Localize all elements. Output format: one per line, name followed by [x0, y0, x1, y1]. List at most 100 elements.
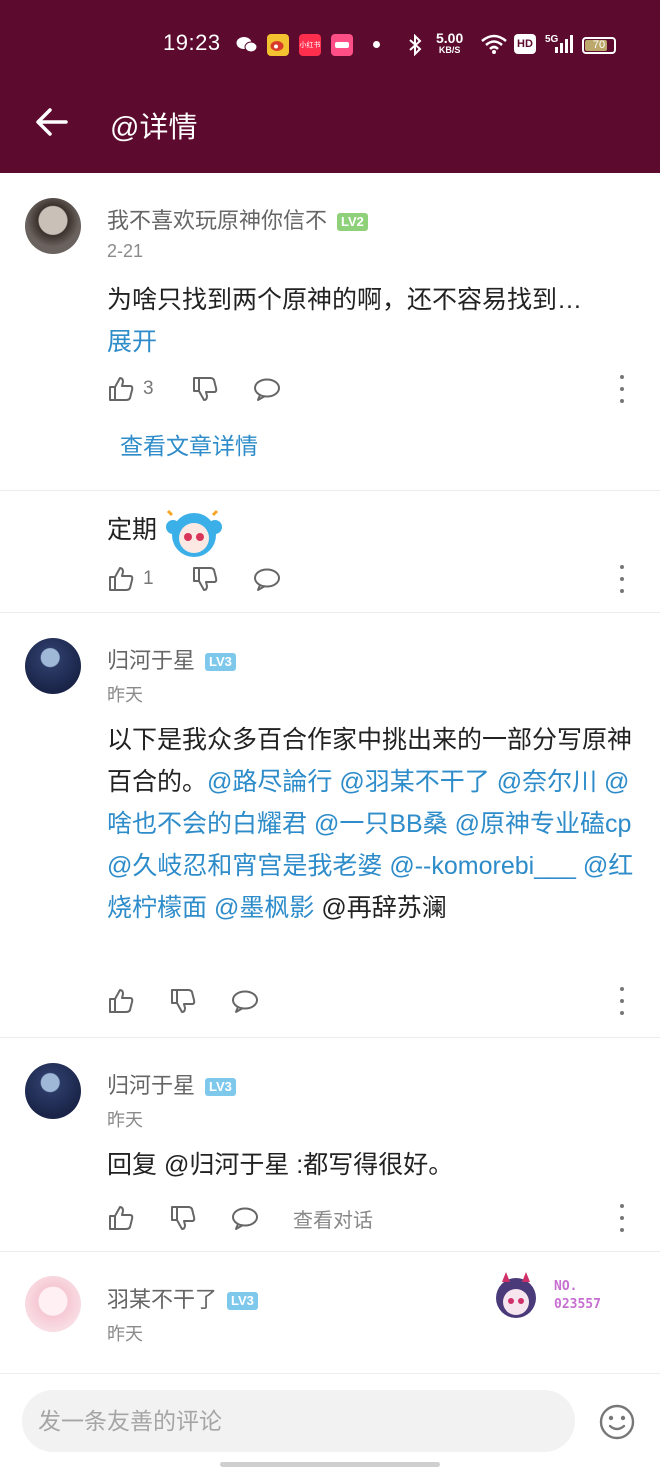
comment-date: 2-21 [107, 241, 144, 261]
comment-date: 昨天 [107, 685, 143, 705]
reply-button[interactable] [253, 371, 281, 407]
comment-text: 以下是我众多百合作家中挑出来的一部分写原神百合的。@路尽論行 @羽某不干了 @奈… [107, 719, 637, 929]
comment-item: 羽某不干了 LV3 昨天 NO. 023557 [0, 1252, 660, 1373]
back-button[interactable] [30, 100, 74, 144]
mention-link[interactable]: @羽某不干了 [339, 768, 489, 796]
weibo-icon [267, 34, 289, 56]
like-button[interactable] [107, 983, 135, 1019]
mention-link[interactable]: @原神专业磕cp [455, 810, 632, 838]
sticker-image [163, 505, 225, 557]
hd-icon: HD [514, 34, 536, 54]
comment-date: 昨天 [107, 1110, 143, 1130]
username[interactable]: 归河于星 [107, 1073, 195, 1098]
badge-character-icon [496, 1272, 536, 1318]
thumbs-down-icon [171, 1206, 196, 1230]
smiley-icon [599, 1404, 635, 1440]
level-badge: LV3 [205, 653, 236, 672]
dislike-button[interactable] [191, 561, 219, 597]
page-title: @详情 [110, 112, 198, 144]
avatar[interactable] [25, 1063, 81, 1119]
status-time: 19:23 [163, 30, 221, 55]
level-badge: LV3 [205, 1078, 236, 1097]
comment-text: 为啥只找到两个原神的啊，还不容易找到… [107, 286, 583, 314]
reply-button[interactable] [231, 1200, 259, 1236]
top-bar: 19:23 小红书 5.00 KB/S HD 5G 70 @详情 [0, 0, 660, 173]
comment-bubble-icon [254, 568, 280, 591]
more-options-icon[interactable] [612, 1204, 632, 1232]
comment-item: 归河于星 LV3 昨天 以下是我众多百合作家中挑出来的一部分写原神百合的。@路尽論… [0, 613, 660, 1038]
view-article-link[interactable]: 查看文章详情 [120, 427, 258, 461]
comment-actions [107, 983, 637, 1019]
mention-link[interactable]: @一只BB桑 [314, 810, 448, 838]
comment-input[interactable] [22, 1390, 575, 1452]
comment-text-tail: @再辞苏澜 [321, 894, 447, 922]
avatar[interactable] [25, 638, 81, 694]
fan-badge: NO. 023557 [484, 1268, 624, 1326]
comment-list[interactable]: 我不喜欢玩原神你信不 LV2 2-21 为啥只找到两个原神的啊，还不容易找到… 展… [0, 173, 660, 1373]
thumbs-down-icon [171, 989, 196, 1013]
mention-link[interactable]: @墨枫影 [214, 894, 314, 922]
avatar[interactable] [25, 198, 81, 254]
emoji-button[interactable] [598, 1403, 636, 1441]
like-count: 3 [143, 378, 154, 399]
network-speed-unit: KB/S [438, 45, 461, 55]
comment-item: 我不喜欢玩原神你信不 LV2 2-21 为啥只找到两个原神的啊，还不容易找到… 展… [0, 173, 660, 491]
badge-number: 023557 [554, 1297, 601, 1312]
thumbs-up-icon [109, 989, 134, 1013]
dot-icon [373, 41, 380, 48]
like-button[interactable]: 1 [107, 561, 154, 597]
xiaohongshu-icon: 小红书 [299, 34, 321, 56]
signal-icon [553, 34, 573, 59]
thumbs-up-icon [109, 377, 134, 401]
comment-bubble-icon [254, 378, 280, 401]
dislike-button[interactable] [169, 983, 197, 1019]
like-count: 1 [143, 568, 154, 589]
dislike-button[interactable] [169, 1200, 197, 1236]
wechat-icon [236, 34, 258, 56]
view-conversation-link[interactable]: 查看对话 [293, 1200, 373, 1236]
thumbs-up-icon [109, 1206, 134, 1230]
comment-text: 定期 [107, 516, 158, 544]
like-button[interactable] [107, 1200, 135, 1236]
comment-bubble-icon [232, 990, 258, 1013]
home-indicator [220, 1462, 440, 1467]
avatar[interactable] [25, 1276, 81, 1332]
reply-button[interactable] [231, 983, 259, 1019]
app-icon [331, 34, 353, 56]
comment-item: 归河于星 LV3 昨天 回复 @归河于星 :都写得很好。 查看对话 [0, 1038, 660, 1252]
thumbs-up-icon [109, 567, 134, 591]
more-options-icon[interactable] [612, 987, 632, 1015]
battery-percent: 70 [592, 39, 606, 51]
like-button[interactable]: 3 [107, 371, 154, 407]
level-badge: LV2 [337, 213, 368, 232]
expand-link[interactable]: 展开 [107, 321, 637, 363]
comment-bubble-icon [232, 1207, 258, 1230]
comment-date: 昨天 [107, 1324, 143, 1344]
battery-icon: 70 [582, 37, 616, 54]
thumbs-down-icon [193, 567, 218, 591]
comment-actions: 3 [107, 371, 637, 407]
comment-actions: 查看对话 [107, 1200, 637, 1236]
mention-link[interactable]: @久岐忍和宵宫是我老婆 [107, 852, 382, 880]
badge-no-label: NO. [554, 1279, 578, 1294]
thumbs-down-icon [193, 377, 218, 401]
comment-text: 回复 @归河于星 :都写得很好。 [107, 1151, 454, 1179]
comment-actions: 1 [107, 561, 637, 597]
mention-link[interactable]: @奈尔川 [497, 768, 597, 796]
username[interactable]: 归河于星 [107, 648, 195, 673]
arrow-left-icon [36, 108, 68, 136]
reply-button[interactable] [253, 561, 281, 597]
dislike-button[interactable] [191, 371, 219, 407]
comment-input-bar [0, 1373, 660, 1467]
status-bar: 19:23 小红书 5.00 KB/S HD 5G 70 [0, 30, 660, 60]
username[interactable]: 我不喜欢玩原神你信不 [107, 208, 327, 233]
username[interactable]: 羽某不干了 [107, 1287, 217, 1312]
wifi-icon [480, 33, 508, 60]
view-conversation-label: 查看对话 [293, 1209, 373, 1232]
mention-link[interactable]: @路尽論行 [207, 768, 332, 796]
more-options-icon[interactable] [612, 565, 632, 593]
comment-item: 定期 1 [0, 491, 660, 613]
mention-link[interactable]: @--komorebi___ [389, 852, 576, 880]
more-options-icon[interactable] [612, 375, 632, 403]
level-badge: LV3 [227, 1292, 258, 1311]
